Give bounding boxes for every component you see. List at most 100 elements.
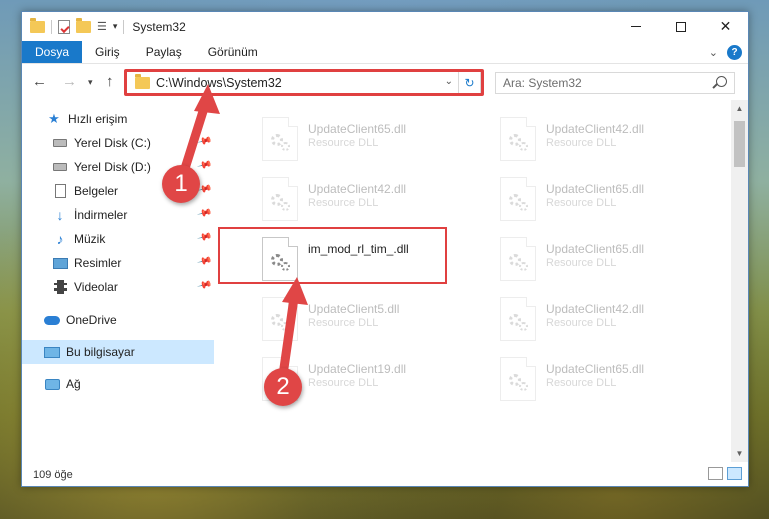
quick-access-toolbar: ☰ ▾ xyxy=(30,17,125,34)
sidebar-item-label: Resimler xyxy=(74,256,122,270)
dll-file-icon xyxy=(500,237,536,281)
file-tile[interactable]: UpdateClient65.dll Resource DLL xyxy=(480,354,710,410)
sidebar-item-label: Ağ xyxy=(66,377,81,391)
search-icon xyxy=(716,76,727,87)
sidebar-item-music[interactable]: ♪ Müzik 📌 xyxy=(22,227,214,251)
dll-file-icon xyxy=(262,117,298,161)
file-highlight-box xyxy=(218,227,447,284)
search-box[interactable]: Ara: System32 xyxy=(495,72,735,94)
tab-view[interactable]: Görünüm xyxy=(195,41,271,63)
navigation-pane: ★ Hızlı erişim Yerel Disk (C:) 📌 Yerel D… xyxy=(22,104,214,462)
status-bar: 109 öğe xyxy=(22,463,748,486)
tab-share[interactable]: Paylaş xyxy=(133,41,195,63)
step2-badge: 2 xyxy=(264,368,302,406)
sidebar-item-label: Müzik xyxy=(74,232,106,246)
tab-file[interactable]: Dosya xyxy=(22,41,83,63)
disk-icon xyxy=(52,135,68,151)
file-name: UpdateClient65.dll xyxy=(546,242,645,256)
close-icon: ✕ xyxy=(719,18,732,34)
sidebar-item-label: Belgeler xyxy=(74,184,119,198)
folder-icon xyxy=(30,17,45,33)
pin-icon: 📌 xyxy=(195,253,212,270)
item-count: 109 öğe xyxy=(33,468,73,481)
videos-icon xyxy=(52,279,68,295)
recent-locations-icon[interactable]: ▾ xyxy=(88,77,93,88)
view-switcher xyxy=(708,467,742,480)
search-placeholder: Ara: System32 xyxy=(503,76,582,90)
file-type: Resource DLL xyxy=(546,317,617,329)
onedrive-icon xyxy=(44,312,60,328)
scroll-up-icon[interactable]: ▲ xyxy=(731,100,748,117)
file-name: UpdateClient19.dll xyxy=(308,362,407,376)
this-pc-icon xyxy=(44,344,60,360)
star-icon: ★ xyxy=(48,111,60,126)
sidebar-item-downloads[interactable]: ↓ İndirmeler 📌 xyxy=(22,203,214,227)
file-name: UpdateClient65.dll xyxy=(546,362,645,376)
file-type: Resource DLL xyxy=(546,197,617,209)
new-folder-icon[interactable] xyxy=(76,17,91,33)
sidebar-item-pictures[interactable]: Resimler 📌 xyxy=(22,251,214,275)
ribbon-tabs: Dosya Giriş Paylaş Görünüm ⌄ ? xyxy=(22,41,748,64)
dll-file-icon xyxy=(500,117,536,161)
scroll-down-icon[interactable]: ▼ xyxy=(731,445,748,462)
title-bar: ☰ ▾ System32 ✕ xyxy=(22,12,748,41)
documents-icon xyxy=(52,183,68,199)
sidebar-item-label: İndirmeler xyxy=(74,208,128,222)
minimize-button[interactable] xyxy=(613,12,658,41)
view-menu-icon[interactable]: ☰ xyxy=(97,20,107,33)
file-type: Resource DLL xyxy=(308,197,379,209)
sidebar-item-videos[interactable]: Videolar 📌 xyxy=(22,275,214,299)
file-name: UpdateClient42.dll xyxy=(546,122,645,136)
disk-icon xyxy=(52,159,68,175)
sidebar-item-label: Videolar xyxy=(74,280,118,294)
sidebar-item-network[interactable]: Ağ xyxy=(22,372,214,396)
sidebar-item-local-disk-c[interactable]: Yerel Disk (C:) 📌 xyxy=(22,131,214,155)
properties-icon[interactable] xyxy=(58,19,70,34)
file-name: UpdateClient5.dll xyxy=(308,302,400,316)
sidebar-item-this-pc[interactable]: Bu bilgisayar xyxy=(22,340,214,364)
ribbon-right-controls: ⌄ ? xyxy=(709,41,742,63)
pin-icon: 📌 xyxy=(195,133,212,150)
file-type: Resource DLL xyxy=(546,137,617,149)
file-tile[interactable]: UpdateClient42.dll Resource DLL xyxy=(480,294,710,350)
forward-icon[interactable]: → xyxy=(62,73,77,90)
file-type: Resource DLL xyxy=(546,377,617,389)
back-icon[interactable]: ← xyxy=(32,73,47,90)
quick-access-dropdown-icon[interactable]: ▾ xyxy=(113,21,118,32)
sidebar-item-label: OneDrive xyxy=(66,313,117,327)
expand-ribbon-icon[interactable]: ⌄ xyxy=(709,46,718,59)
vertical-scrollbar[interactable]: ▲ ▼ xyxy=(731,100,748,462)
dll-file-icon xyxy=(500,297,536,341)
file-tile[interactable]: UpdateClient65.dll Resource DLL xyxy=(242,114,472,170)
sidebar-item-label: Hızlı erişim xyxy=(68,112,128,126)
file-tile[interactable]: UpdateClient5.dll Resource DLL xyxy=(242,294,472,350)
close-button[interactable]: ✕ xyxy=(703,12,748,41)
pin-icon: 📌 xyxy=(195,157,212,174)
file-type: Resource DLL xyxy=(308,317,379,329)
step1-badge: 1 xyxy=(162,165,200,203)
maximize-icon xyxy=(675,21,686,32)
toolbar-divider xyxy=(51,19,52,34)
file-name: UpdateClient42.dll xyxy=(546,302,645,316)
scrollbar-thumb[interactable] xyxy=(734,121,745,167)
sidebar-item-quick-access[interactable]: ★ Hızlı erişim xyxy=(22,107,214,131)
file-tile[interactable]: UpdateClient42.dll Resource DLL xyxy=(242,174,472,230)
tab-home[interactable]: Giriş xyxy=(82,41,133,63)
file-tile[interactable]: UpdateClient42.dll Resource DLL xyxy=(480,114,710,170)
file-name: UpdateClient65.dll xyxy=(546,182,645,196)
dll-file-icon xyxy=(500,357,536,401)
dll-file-icon xyxy=(262,297,298,341)
tiles-view-icon[interactable] xyxy=(727,467,742,480)
help-icon[interactable]: ? xyxy=(727,44,742,60)
file-tile[interactable]: UpdateClient65.dll Resource DLL xyxy=(480,234,710,290)
details-view-icon[interactable] xyxy=(708,467,723,480)
sidebar-item-onedrive[interactable]: OneDrive xyxy=(22,308,214,332)
window-controls: ✕ xyxy=(613,12,748,41)
maximize-button[interactable] xyxy=(658,12,703,41)
sidebar-item-label: Bu bilgisayar xyxy=(66,345,135,359)
file-tile[interactable]: UpdateClient65.dll Resource DLL xyxy=(480,174,710,230)
network-icon xyxy=(44,376,60,392)
up-icon[interactable]: ↑ xyxy=(106,73,114,90)
minimize-icon xyxy=(630,26,641,27)
toolbar-divider xyxy=(123,19,125,34)
